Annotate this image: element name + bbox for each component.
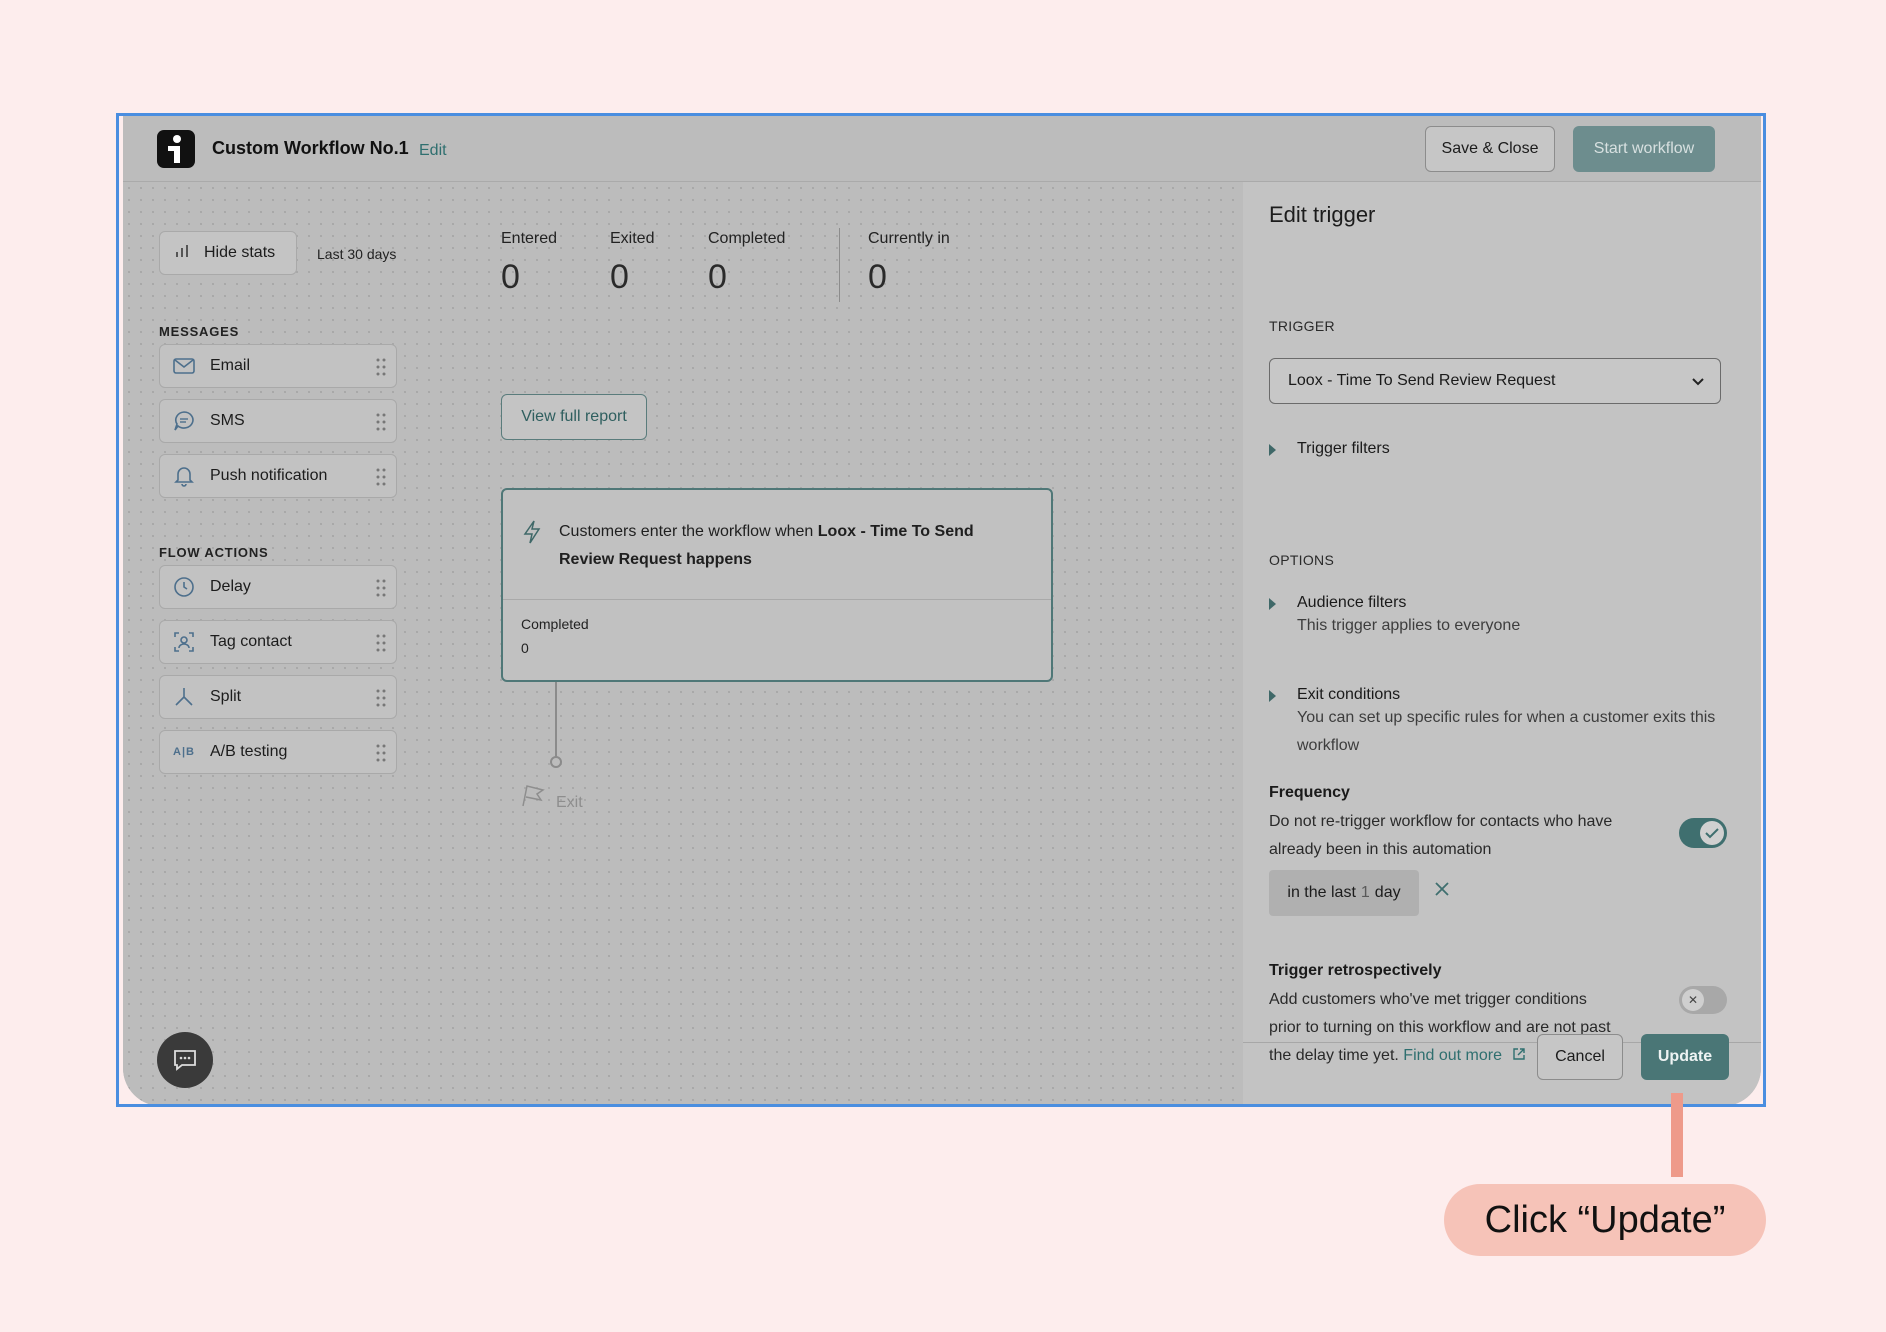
split-icon bbox=[172, 685, 196, 709]
tag-contact-icon bbox=[172, 630, 196, 654]
frequency-toggle[interactable] bbox=[1679, 818, 1727, 848]
callout-pointer bbox=[1671, 1093, 1683, 1177]
chip-unit: day bbox=[1374, 884, 1401, 901]
exited-value: 0 bbox=[610, 258, 629, 296]
exit-node-label: Exit bbox=[556, 794, 583, 811]
view-full-report-button[interactable]: View full report bbox=[501, 394, 647, 440]
workflow-canvas[interactable]: Hide stats Last 30 days MESSAGES Email S… bbox=[123, 182, 1243, 1104]
drag-handle-icon[interactable] bbox=[376, 633, 386, 653]
x-icon: ✕ bbox=[1682, 989, 1704, 1011]
entered-value: 0 bbox=[501, 258, 520, 296]
palette-item-label: Push notification bbox=[210, 467, 328, 484]
palette-item-delay[interactable]: Delay bbox=[159, 565, 397, 609]
exit-conditions-description: You can set up specific rules for when a… bbox=[1297, 709, 1716, 754]
completed-value: 0 bbox=[708, 258, 727, 296]
bar-chart-icon bbox=[174, 243, 190, 264]
drag-handle-icon[interactable] bbox=[376, 357, 386, 377]
trigger-heading: TRIGGER bbox=[1269, 318, 1335, 334]
envelope-icon bbox=[172, 354, 196, 378]
currently-in-label: Currently in bbox=[868, 230, 950, 247]
frequency-description: Do not re-trigger workflow for contacts … bbox=[1269, 813, 1613, 858]
drag-handle-icon[interactable] bbox=[376, 467, 386, 487]
drag-handle-icon[interactable] bbox=[376, 688, 386, 708]
palette-item-ab-testing[interactable]: A|B A/B testing bbox=[159, 730, 397, 774]
edit-trigger-panel: Edit trigger TRIGGER Loox - Time To Send… bbox=[1243, 182, 1761, 1104]
palette-item-split[interactable]: Split bbox=[159, 675, 397, 719]
trigger-node-stats: Completed 0 bbox=[503, 600, 1051, 660]
drag-handle-icon[interactable] bbox=[376, 578, 386, 598]
cancel-button[interactable]: Cancel bbox=[1537, 1034, 1623, 1080]
lightning-icon bbox=[523, 520, 541, 544]
instruction-callout: Click “Update” bbox=[1444, 1184, 1766, 1256]
chip-number[interactable]: 1 bbox=[1361, 884, 1370, 902]
screenshot-frame: Custom Workflow No.1 Edit Save & Close S… bbox=[116, 113, 1766, 1107]
frequency-title: Frequency bbox=[1269, 784, 1350, 801]
completed-label: Completed bbox=[708, 230, 786, 247]
drag-handle-icon[interactable] bbox=[376, 412, 386, 432]
retro-toggle[interactable]: ✕ bbox=[1679, 986, 1727, 1014]
start-workflow-button[interactable]: Start workflow bbox=[1573, 126, 1715, 172]
trigger-select-value: Loox - Time To Send Review Request bbox=[1288, 372, 1556, 389]
currently-in-value: 0 bbox=[868, 258, 887, 296]
palette-item-label: Split bbox=[210, 688, 242, 705]
workflow-title: Custom Workflow No.1 bbox=[212, 138, 409, 158]
palette-item-tag-contact[interactable]: Tag contact bbox=[159, 620, 397, 664]
flow-actions-heading: FLOW ACTIONS bbox=[159, 545, 269, 560]
trigger-completed-label: Completed bbox=[521, 616, 589, 632]
palette-item-email[interactable]: Email bbox=[159, 344, 397, 388]
chevron-down-icon bbox=[1692, 378, 1704, 386]
chat-icon bbox=[174, 1050, 196, 1071]
palette-item-label: Tag contact bbox=[210, 633, 292, 650]
clock-icon bbox=[172, 575, 196, 599]
palette-item-label: Delay bbox=[210, 578, 251, 595]
exited-label: Exited bbox=[610, 230, 655, 247]
trigger-node-header: Customers enter the workflow when Loox -… bbox=[503, 490, 1051, 600]
app-logo-icon bbox=[157, 130, 195, 168]
exit-conditions-label: Exit conditions bbox=[1297, 686, 1401, 703]
caret-right-icon bbox=[1269, 598, 1276, 610]
messages-heading: MESSAGES bbox=[159, 324, 240, 339]
panel-title: Edit trigger bbox=[1269, 202, 1376, 227]
app-header: Custom Workflow No.1 Edit Save & Close S… bbox=[123, 116, 1761, 182]
drag-handle-icon[interactable] bbox=[376, 743, 386, 763]
edit-title-link[interactable]: Edit bbox=[419, 142, 447, 160]
date-range-label[interactable]: Last 30 days bbox=[317, 246, 396, 262]
trigger-completed-value: 0 bbox=[521, 640, 529, 656]
trigger-filters-label: Trigger filters bbox=[1297, 440, 1390, 457]
audience-filters-description: This trigger applies to everyone bbox=[1297, 617, 1521, 634]
hide-stats-label: Hide stats bbox=[204, 244, 276, 261]
trigger-node-text: Customers enter the workflow when bbox=[559, 523, 818, 540]
trigger-select[interactable]: Loox - Time To Send Review Request bbox=[1269, 358, 1721, 404]
palette-item-label: Email bbox=[210, 357, 251, 374]
close-icon[interactable] bbox=[1433, 880, 1451, 898]
trigger-node-card[interactable]: Customers enter the workflow when Loox -… bbox=[501, 488, 1053, 682]
palette-item-label: A/B testing bbox=[210, 743, 288, 760]
flag-icon bbox=[522, 785, 545, 807]
save-close-button[interactable]: Save & Close bbox=[1425, 126, 1555, 172]
ab-testing-icon: A|B bbox=[173, 746, 195, 758]
hide-stats-button[interactable]: Hide stats bbox=[159, 231, 297, 275]
caret-right-icon bbox=[1269, 690, 1276, 702]
audience-filters-label: Audience filters bbox=[1297, 594, 1407, 611]
retro-title: Trigger retrospectively bbox=[1269, 962, 1442, 979]
entered-label: Entered bbox=[501, 230, 558, 247]
palette-item-sms[interactable]: SMS bbox=[159, 399, 397, 443]
checkmark-icon bbox=[1700, 821, 1724, 845]
update-button[interactable]: Update bbox=[1641, 1034, 1729, 1080]
chat-support-button[interactable] bbox=[157, 1032, 213, 1088]
options-heading: OPTIONS bbox=[1269, 552, 1335, 568]
palette-item-push-notification[interactable]: Push notification bbox=[159, 454, 397, 498]
bell-icon bbox=[172, 464, 196, 488]
chat-bubble-icon bbox=[172, 409, 196, 433]
workflow-app: Custom Workflow No.1 Edit Save & Close S… bbox=[123, 116, 1761, 1104]
caret-right-icon bbox=[1269, 444, 1276, 456]
stats-divider bbox=[839, 228, 840, 302]
frequency-period-chip[interactable]: in the last 1 day bbox=[1269, 870, 1419, 916]
palette-item-label: SMS bbox=[210, 412, 245, 429]
flow-connector-dot[interactable] bbox=[550, 756, 562, 768]
flow-connector-line bbox=[555, 682, 557, 760]
chip-prefix: in the last bbox=[1287, 884, 1356, 901]
